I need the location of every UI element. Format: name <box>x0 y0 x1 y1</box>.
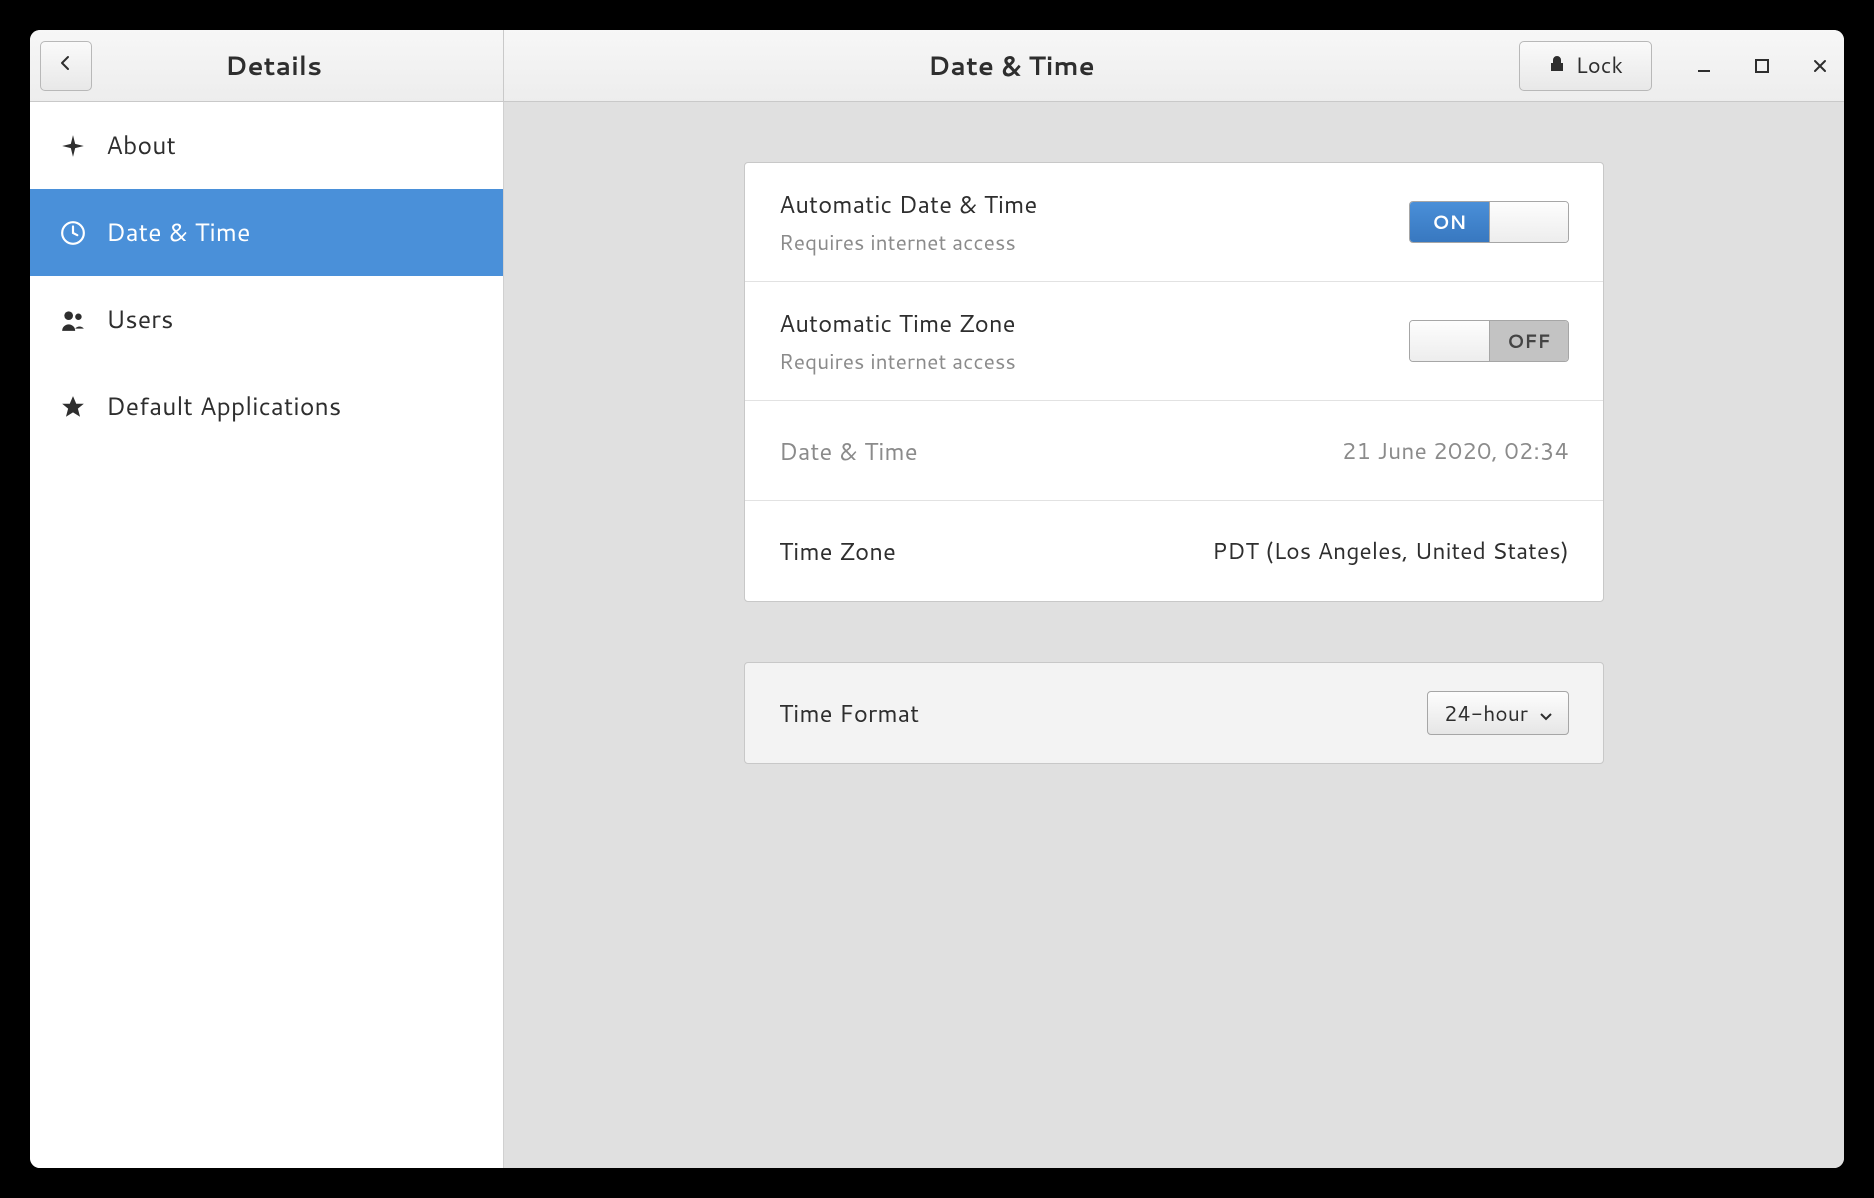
sidebar-item-label: About <box>106 128 176 163</box>
auto-datetime-toggle[interactable]: ON <box>1409 201 1569 243</box>
dropdown-value: 24-hour <box>1444 698 1528 728</box>
row-title: Automatic Time Zone <box>779 306 1016 340</box>
sidebar-item-about[interactable]: About <box>30 102 503 189</box>
chevron-left-icon <box>58 54 74 77</box>
toggle-off-label: OFF <box>1490 321 1569 361</box>
datetime-value: 21 June 2020, 02:34 <box>1342 435 1569 467</box>
datetime-panel: Automatic Date & Time Requires internet … <box>744 162 1604 602</box>
row-title: Time Format <box>779 696 919 730</box>
sidebar-item-label: Users <box>106 302 173 337</box>
sidebar-item-label: Default Applications <box>106 389 341 424</box>
content: About Date & Time Users Default Applicat… <box>30 102 1844 1168</box>
window-title: Date & Time <box>504 48 1519 84</box>
toggle-on-label: ON <box>1410 202 1489 242</box>
lock-label: Lock <box>1576 50 1623 81</box>
sidebar-title: Details <box>92 48 503 84</box>
star-icon <box>60 394 86 420</box>
timezone-value: PDT (Los Angeles, United States) <box>1212 535 1569 567</box>
sidebar-item-label: Date & Time <box>106 215 250 250</box>
row-auto-datetime: Automatic Date & Time Requires internet … <box>745 163 1603 282</box>
row-title: Date & Time <box>779 434 918 468</box>
auto-timezone-toggle[interactable]: OFF <box>1409 320 1569 362</box>
titlebar-right: Lock <box>1519 41 1844 91</box>
minimize-button[interactable] <box>1690 52 1718 80</box>
row-title: Time Zone <box>779 534 896 568</box>
titlebar: Details Date & Time Lock <box>30 30 1844 102</box>
lock-icon <box>1548 50 1566 81</box>
titlebar-left: Details <box>30 30 504 101</box>
row-time-format: Time Format 24-hour <box>745 663 1603 763</box>
row-subtitle: Requires internet access <box>779 346 1016 376</box>
settings-window: Details Date & Time Lock <box>30 30 1844 1168</box>
maximize-button[interactable] <box>1748 52 1776 80</box>
row-subtitle: Requires internet access <box>779 227 1037 257</box>
spark-icon <box>60 133 86 159</box>
clock-icon <box>60 220 86 246</box>
time-format-panel: Time Format 24-hour <box>744 662 1604 764</box>
back-button[interactable] <box>40 41 92 91</box>
lock-button[interactable]: Lock <box>1519 41 1652 91</box>
row-timezone[interactable]: Time Zone PDT (Los Angeles, United State… <box>745 501 1603 601</box>
row-datetime[interactable]: Date & Time 21 June 2020, 02:34 <box>745 401 1603 501</box>
main-panel: Automatic Date & Time Requires internet … <box>504 102 1844 1168</box>
time-format-dropdown[interactable]: 24-hour <box>1427 691 1569 735</box>
close-button[interactable] <box>1806 52 1834 80</box>
row-auto-timezone: Automatic Time Zone Requires internet ac… <box>745 282 1603 401</box>
row-title: Automatic Date & Time <box>779 187 1037 221</box>
toggle-handle <box>1489 202 1569 242</box>
sidebar-item-users[interactable]: Users <box>30 276 503 363</box>
sidebar: About Date & Time Users Default Applicat… <box>30 102 504 1168</box>
row-left: Automatic Time Zone Requires internet ac… <box>779 306 1016 376</box>
toggle-handle <box>1410 321 1490 361</box>
row-left: Automatic Date & Time Requires internet … <box>779 187 1037 257</box>
sidebar-item-date-time[interactable]: Date & Time <box>30 189 503 276</box>
sidebar-item-default-apps[interactable]: Default Applications <box>30 363 503 450</box>
window-controls <box>1690 52 1834 80</box>
users-icon <box>60 307 86 333</box>
chevron-down-icon <box>1540 698 1552 728</box>
